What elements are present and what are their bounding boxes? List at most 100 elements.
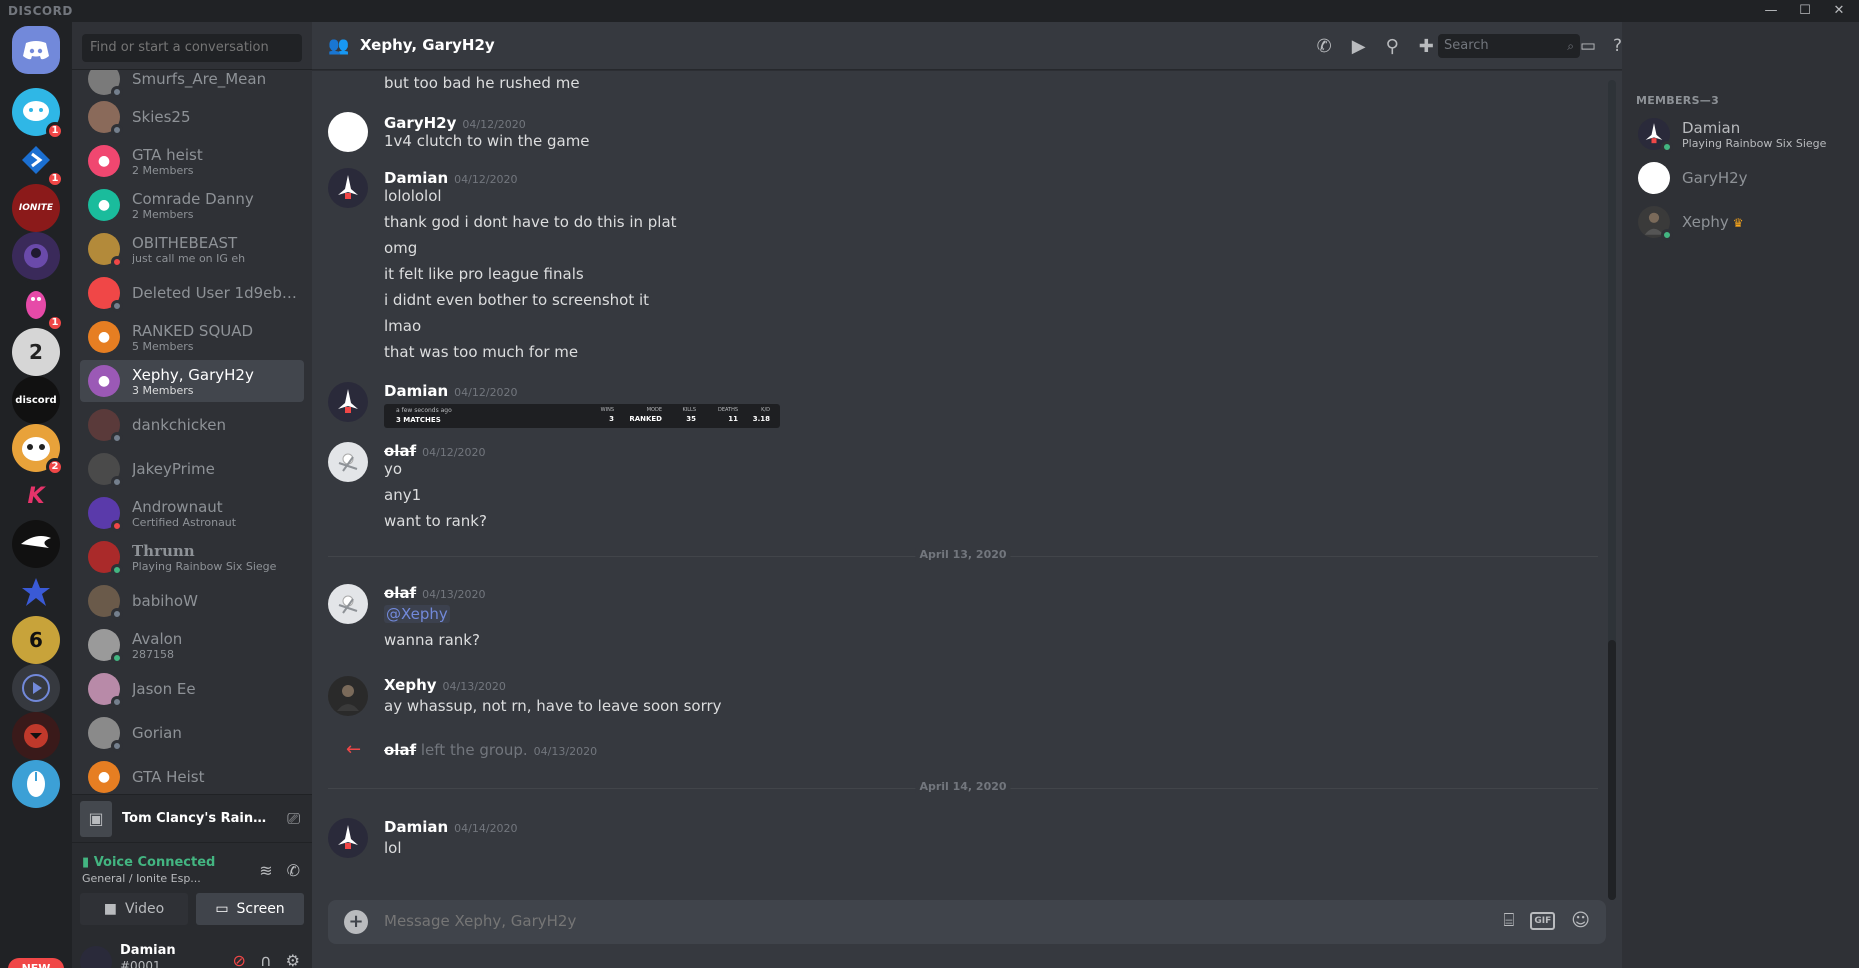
dm-item[interactable]: OBITHEBEAST just call me on IG eh: [80, 228, 304, 270]
dm-item[interactable]: Deleted User 1d9eb0...: [80, 272, 304, 314]
search-input[interactable]: Search ⌕: [1438, 34, 1580, 58]
date-divider: April 14, 2020: [328, 780, 1598, 793]
inbox-icon[interactable]: ▭: [1580, 36, 1596, 56]
play-button-server-icon[interactable]: [12, 664, 60, 712]
member-item[interactable]: GaryH2y: [1630, 156, 1850, 200]
member-item[interactable]: Xephy ♛: [1630, 200, 1850, 244]
dm-item-selected[interactable]: ● Xephy, GaryH2y 3 Members: [80, 360, 304, 402]
dm-item[interactable]: ● GTA Heist: [80, 756, 304, 794]
dm-name: OBITHEBEAST: [132, 233, 238, 252]
dm-item[interactable]: dankchicken: [80, 404, 304, 446]
date-divider: April 13, 2020: [328, 548, 1598, 561]
pink-character-server-icon[interactable]: 1: [12, 280, 64, 332]
avatar[interactable]: [328, 676, 368, 716]
add-friend-icon[interactable]: ✚: [1419, 36, 1434, 57]
game-activity-panel[interactable]: ▣ Tom Clancy's Rainbow ... ⎚: [72, 794, 312, 842]
avatar: [88, 233, 123, 268]
dm-item[interactable]: ● GTA heist 2 Members: [80, 140, 304, 182]
message-author[interactable]: Damian 04/14/2020: [384, 818, 518, 836]
screen-share-icon[interactable]: ⎚: [287, 809, 300, 829]
message-author[interactable]: Damian 04/12/2020: [384, 169, 518, 187]
dm-name: Avalon: [132, 629, 183, 648]
red-character-server-icon[interactable]: [12, 712, 60, 760]
dm-name: GTA Heist: [132, 768, 205, 786]
message-author[interactable]: olaf 04/13/2020: [384, 584, 486, 602]
upload-plus-icon[interactable]: +: [344, 910, 368, 934]
pin-icon[interactable]: ⚲: [1386, 36, 1399, 57]
dm-item[interactable]: Gorian: [80, 712, 304, 754]
blue-arrow-server-icon[interactable]: 1: [12, 136, 64, 188]
avatar[interactable]: [328, 442, 368, 482]
gif-icon[interactable]: GIF: [1530, 911, 1556, 930]
number-two-server-icon[interactable]: 2: [12, 328, 60, 376]
gear-icon[interactable]: ⚙: [286, 951, 300, 968]
cartoon-face-server-icon[interactable]: 2: [12, 424, 64, 476]
gift-icon[interactable]: ⌸: [1504, 910, 1515, 931]
dm-item[interactable]: ● RANKED SQUAD 5 Members: [80, 316, 304, 358]
headphones-icon[interactable]: ∩: [260, 951, 272, 968]
dm-item[interactable]: ● Comrade Danny 2 Members: [80, 184, 304, 226]
scrollbar-thumb[interactable]: [1608, 640, 1616, 900]
member-item[interactable]: Damian Playing Rainbow Six Siege: [1630, 112, 1850, 156]
avatar[interactable]: [328, 168, 368, 208]
dm-item[interactable]: Skies25: [80, 96, 304, 138]
message-author[interactable]: GaryH2y 04/12/2020: [384, 114, 526, 132]
emoji-icon[interactable]: ☺: [1571, 910, 1590, 931]
purple-character-server-icon[interactable]: [12, 232, 60, 280]
chat-bubble-server-icon[interactable]: 1: [12, 88, 64, 140]
dm-name: Thrunn: [132, 541, 195, 560]
voice-call-icon[interactable]: ✆: [1317, 36, 1332, 57]
dm-item[interactable]: Thrunn Playing Rainbow Six Siege: [80, 536, 304, 578]
discord-home-icon[interactable]: [12, 26, 60, 74]
avatar[interactable]: [328, 584, 368, 624]
message-text: but too bad he rushed me: [384, 74, 580, 92]
message-author[interactable]: olaf 04/12/2020: [384, 442, 486, 460]
chat-title: Xephy, GaryH2y: [360, 36, 495, 54]
user-avatar[interactable]: [80, 946, 112, 968]
group-dm-icon: ●: [88, 365, 120, 397]
video-call-icon[interactable]: ▶: [1352, 36, 1366, 57]
user-mention[interactable]: @Xephy: [384, 605, 450, 623]
mouse-server-icon[interactable]: [12, 760, 60, 808]
message-author[interactable]: Damian 04/12/2020: [384, 382, 518, 400]
r6-siege-server-icon[interactable]: 6: [12, 616, 60, 664]
discord-bio-server-icon[interactable]: discord: [12, 376, 60, 424]
dm-item[interactable]: babihoW: [80, 580, 304, 622]
message-text: want to rank?: [384, 512, 487, 530]
maximize-icon[interactable]: ☐: [1795, 2, 1815, 20]
avatar[interactable]: [328, 382, 368, 422]
member-name: GaryH2y: [1682, 169, 1748, 187]
fk-logo-server-icon[interactable]: K: [12, 472, 60, 520]
dm-item[interactable]: Avalon 287158: [80, 624, 304, 666]
message-input[interactable]: [384, 912, 1284, 930]
ionite-esports-server-icon[interactable]: IONITE: [12, 184, 60, 232]
close-icon[interactable]: ✕: [1829, 2, 1849, 20]
user-controls: ⊘ ∩ ⚙: [233, 951, 300, 968]
help-icon[interactable]: ?: [1613, 36, 1622, 56]
noise-suppression-icon[interactable]: ≋: [259, 861, 272, 880]
scrollbar[interactable]: [1608, 80, 1616, 900]
avatar: [88, 717, 123, 752]
dm-item[interactable]: Andrownaut Certified Astronaut: [80, 492, 304, 534]
avatar[interactable]: [328, 112, 368, 152]
message-timestamp: 04/12/2020: [422, 446, 486, 459]
avatar[interactable]: [328, 818, 368, 858]
embed-stat: KILLS 35: [682, 407, 697, 423]
video-button[interactable]: ■ Video: [80, 893, 188, 925]
disconnect-icon[interactable]: ✆: [287, 861, 300, 880]
white-wing-server-icon[interactable]: [12, 520, 60, 568]
minimize-icon[interactable]: —: [1761, 2, 1781, 20]
dm-item[interactable]: Jason Ee: [80, 668, 304, 710]
message-author[interactable]: Xephy 04/13/2020: [384, 676, 506, 694]
find-conversation-input[interactable]: [82, 34, 302, 62]
mute-microphone-icon[interactable]: ⊘: [233, 951, 246, 968]
screen-button[interactable]: ▭ Screen: [196, 893, 304, 925]
new-badge[interactable]: NEW: [8, 958, 64, 968]
dm-subtext: just call me on IG eh: [132, 251, 246, 265]
dm-item[interactable]: JakeyPrime: [80, 448, 304, 490]
message-author[interactable]: olaf: [384, 741, 416, 759]
voice-channel-label[interactable]: General / Ionite Esp...: [82, 872, 201, 885]
match-stats-embed[interactable]: a few seconds ago 3 MATCHES WINS 3 MODE RA…: [384, 404, 780, 428]
message-text: @Xephy: [384, 605, 450, 623]
blue-star-server-icon[interactable]: [12, 568, 60, 616]
